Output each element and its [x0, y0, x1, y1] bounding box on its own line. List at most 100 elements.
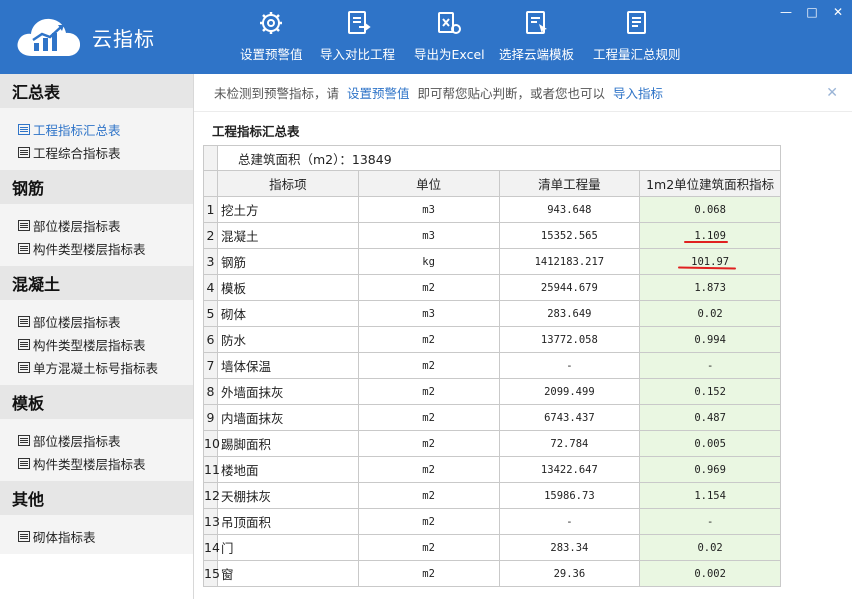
- table-row[interactable]: 7 墙体保温 m2- -: [203, 352, 781, 379]
- cell-indicator[interactable]: 0.487: [639, 404, 781, 431]
- column-header[interactable]: 指标项: [217, 170, 359, 197]
- table-row[interactable]: 2 混凝土 m3 15352.565 1.109: [203, 222, 781, 249]
- quantity-rules-button[interactable]: 工程量汇总规则: [593, 10, 681, 66]
- cell-unit[interactable]: m3: [357, 196, 500, 223]
- table-row[interactable]: 3 钢筋 kg 1412183.217 101.97: [203, 248, 781, 275]
- table-row[interactable]: 5 砌体 m3 283.649 0.02: [203, 300, 781, 327]
- sidebar-section-summary[interactable]: 汇总表: [0, 74, 193, 108]
- cell-item-name[interactable]: 墙体保温: [217, 352, 359, 379]
- cell-unit[interactable]: m2: [357, 508, 500, 535]
- import-compare-button[interactable]: 导入对比工程: [320, 10, 395, 66]
- cell-indicator[interactable]: 0.068: [639, 196, 781, 223]
- cell-indicator[interactable]: -: [639, 352, 781, 379]
- cell-indicator[interactable]: 0.02: [639, 300, 781, 327]
- table-row[interactable]: 13 吊顶面积 m2- -: [203, 508, 781, 535]
- table-row[interactable]: 1 挖土方 m3 943.648 0.068: [203, 196, 781, 223]
- cell-quantity[interactable]: 25944.679: [498, 274, 641, 301]
- cell-indicator[interactable]: 0.152: [639, 378, 781, 405]
- cell-unit[interactable]: m2: [357, 430, 500, 457]
- table-row[interactable]: 6 防水 m2 13772.058 0.994: [203, 326, 781, 353]
- cell-quantity[interactable]: 6743.437: [498, 404, 641, 431]
- cell-quantity[interactable]: 29.36: [498, 560, 641, 587]
- cell-item-name[interactable]: 天棚抹灰: [217, 482, 359, 509]
- cell-item-name[interactable]: 砌体: [217, 300, 359, 327]
- sidebar-section-formwork[interactable]: 模板: [0, 385, 193, 419]
- minimize-icon[interactable]: —: [780, 5, 792, 19]
- sidebar-item-project-summary[interactable]: 工程指标汇总表: [0, 118, 193, 141]
- column-header[interactable]: 单位: [357, 170, 500, 197]
- column-header[interactable]: 1m2单位建筑面积指标: [639, 170, 781, 197]
- maximize-icon[interactable]: □: [806, 5, 818, 19]
- sidebar-item-concrete-grade[interactable]: 单方混凝土标号指标表: [0, 356, 193, 379]
- cell-quantity[interactable]: 13772.058: [498, 326, 641, 353]
- cell-indicator[interactable]: 1.154: [639, 482, 781, 509]
- table-row[interactable]: 14 门 m2 283.34 0.02: [203, 534, 781, 561]
- cell-unit[interactable]: m2: [357, 326, 500, 353]
- cell-item-name[interactable]: 钢筋: [217, 248, 359, 275]
- sidebar-item-rebar-component[interactable]: 构件类型楼层指标表: [0, 237, 193, 260]
- cell-unit[interactable]: m2: [357, 560, 500, 587]
- sidebar-item-formwork-component[interactable]: 构件类型楼层指标表: [0, 452, 193, 475]
- cell-unit[interactable]: m2: [357, 404, 500, 431]
- cell-item-name[interactable]: 楼地面: [217, 456, 359, 483]
- sidebar-item-concrete-floor[interactable]: 部位楼层指标表: [0, 310, 193, 333]
- cell-item-name[interactable]: 内墙面抹灰: [217, 404, 359, 431]
- cell-quantity[interactable]: -: [498, 352, 641, 379]
- close-icon[interactable]: ✕: [826, 85, 838, 101]
- select-cloud-template-button[interactable]: 选择云端模板: [499, 10, 574, 66]
- close-icon[interactable]: ✕: [832, 5, 844, 19]
- table-row[interactable]: 10 踢脚面积 m2 72.784 0.005: [203, 430, 781, 457]
- cell-quantity[interactable]: 72.784: [498, 430, 641, 457]
- cell-item-name[interactable]: 吊顶面积: [217, 508, 359, 535]
- import-indicator-link[interactable]: 导入指标: [613, 83, 663, 102]
- cell-unit[interactable]: m2: [357, 352, 500, 379]
- cell-indicator[interactable]: 0.005: [639, 430, 781, 457]
- cell-item-name[interactable]: 混凝土: [217, 222, 359, 249]
- cell-unit[interactable]: kg: [357, 248, 500, 275]
- cell-quantity[interactable]: 283.34: [498, 534, 641, 561]
- cell-quantity[interactable]: 283.649: [498, 300, 641, 327]
- table-row[interactable]: 9 内墙面抹灰 m2 6743.437 0.487: [203, 404, 781, 431]
- table-row[interactable]: 15 窗 m2 29.36 0.002: [203, 560, 781, 587]
- sidebar-item-formwork-floor[interactable]: 部位楼层指标表: [0, 429, 193, 452]
- cell-quantity[interactable]: 2099.499: [498, 378, 641, 405]
- set-warning-button[interactable]: 设置预警值: [240, 10, 303, 66]
- sidebar-item-rebar-floor[interactable]: 部位楼层指标表: [0, 214, 193, 237]
- table-row[interactable]: 8 外墙面抹灰 m2 2099.499 0.152: [203, 378, 781, 405]
- cell-indicator[interactable]: 0.002: [639, 560, 781, 587]
- cell-unit[interactable]: m3: [357, 300, 500, 327]
- cell-indicator[interactable]: 0.969: [639, 456, 781, 483]
- cell-unit[interactable]: m2: [357, 456, 500, 483]
- cell-item-name[interactable]: 防水: [217, 326, 359, 353]
- column-header[interactable]: 清单工程量: [498, 170, 641, 197]
- cell-item-name[interactable]: 模板: [217, 274, 359, 301]
- cell-quantity[interactable]: -: [498, 508, 641, 535]
- cell-item-name[interactable]: 外墙面抹灰: [217, 378, 359, 405]
- cell-indicator[interactable]: 101.97: [639, 248, 781, 275]
- set-warning-link[interactable]: 设置预警值: [347, 83, 410, 102]
- export-excel-button[interactable]: 导出为Excel: [414, 10, 485, 66]
- cell-item-name[interactable]: 挖土方: [217, 196, 359, 223]
- sidebar-section-other[interactable]: 其他: [0, 481, 193, 515]
- cell-item-name[interactable]: 窗: [217, 560, 359, 587]
- table-row[interactable]: 4 模板 m2 25944.679 1.873: [203, 274, 781, 301]
- cell-unit[interactable]: m2: [357, 482, 500, 509]
- sidebar-section-concrete[interactable]: 混凝土: [0, 266, 193, 300]
- cell-unit[interactable]: m2: [357, 274, 500, 301]
- cell-indicator[interactable]: -: [639, 508, 781, 535]
- cell-item-name[interactable]: 踢脚面积: [217, 430, 359, 457]
- cell-quantity[interactable]: 15352.565: [498, 222, 641, 249]
- cell-indicator[interactable]: 1.109: [639, 222, 781, 249]
- table-row[interactable]: 12 天棚抹灰 m2 15986.73 1.154: [203, 482, 781, 509]
- cell-quantity[interactable]: 15986.73: [498, 482, 641, 509]
- cell-indicator[interactable]: 0.02: [639, 534, 781, 561]
- cell-quantity[interactable]: 943.648: [498, 196, 641, 223]
- sidebar-item-project-comprehensive[interactable]: 工程综合指标表: [0, 141, 193, 164]
- sidebar-section-rebar[interactable]: 钢筋: [0, 170, 193, 204]
- cell-unit[interactable]: m2: [357, 378, 500, 405]
- cell-indicator[interactable]: 0.994: [639, 326, 781, 353]
- cell-unit[interactable]: m2: [357, 534, 500, 561]
- cell-quantity[interactable]: 1412183.217: [498, 248, 641, 275]
- cell-unit[interactable]: m3: [357, 222, 500, 249]
- sidebar-item-concrete-component[interactable]: 构件类型楼层指标表: [0, 333, 193, 356]
